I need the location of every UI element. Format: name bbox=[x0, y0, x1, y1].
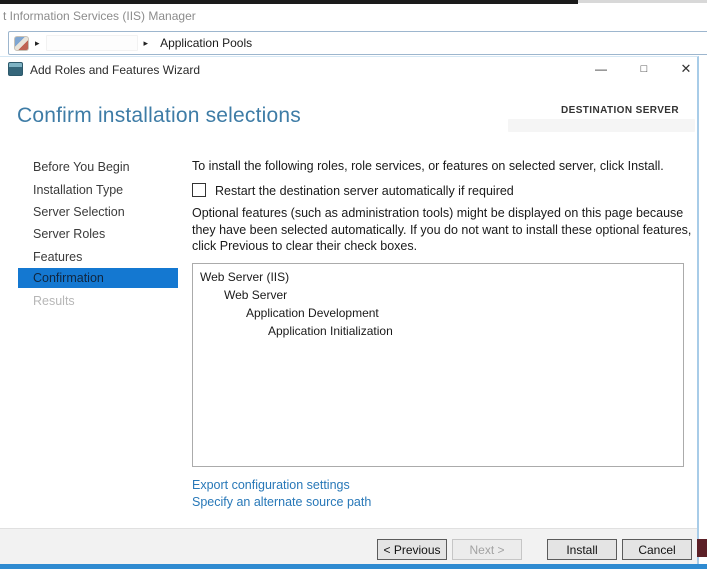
iis-window-title: t Information Services (IIS) Manager bbox=[3, 9, 196, 23]
server-manager-icon bbox=[8, 62, 23, 76]
tree-item-application-development[interactable]: Application Development bbox=[246, 306, 379, 320]
wizard-title: Add Roles and Features Wizard bbox=[30, 63, 201, 77]
minimize-button[interactable]: — bbox=[586, 57, 616, 81]
iis-site-icon bbox=[14, 35, 29, 51]
maximize-button[interactable]: □ bbox=[629, 57, 659, 81]
restart-checkbox[interactable] bbox=[192, 183, 206, 197]
intro-text: To install the following roles, role ser… bbox=[192, 159, 664, 173]
breadcrumb-arrow-icon: ▸ bbox=[35, 37, 40, 48]
install-button[interactable]: Install bbox=[547, 539, 617, 560]
destination-server-name-redacted bbox=[508, 119, 695, 132]
previous-button[interactable]: < Previous bbox=[377, 539, 447, 560]
sidebar-item-before-you-begin[interactable]: Before You Begin bbox=[33, 160, 130, 174]
breadcrumb-server-redacted bbox=[45, 35, 138, 51]
selected-features-list[interactable]: Web Server (IIS) Web Server Application … bbox=[192, 263, 684, 467]
window-bottom-border bbox=[0, 564, 707, 569]
background-window-fragment bbox=[697, 539, 707, 557]
restart-checkbox-label[interactable]: Restart the destination server automatic… bbox=[215, 183, 695, 200]
tree-item-application-initialization[interactable]: Application Initialization bbox=[268, 324, 393, 338]
breadcrumb-item-application-pools[interactable]: Application Pools bbox=[160, 36, 252, 50]
export-configuration-link[interactable]: Export configuration settings bbox=[192, 478, 350, 492]
background-window-top-strip bbox=[0, 0, 578, 4]
sidebar-item-server-roles[interactable]: Server Roles bbox=[33, 227, 105, 241]
optional-features-note: Optional features (such as administratio… bbox=[192, 206, 692, 253]
sidebar-item-results: Results bbox=[33, 294, 75, 308]
background-window-top-strip-right bbox=[578, 0, 707, 3]
sidebar-item-installation-type[interactable]: Installation Type bbox=[33, 183, 123, 197]
screen: t Information Services (IIS) Manager ▸ ▸… bbox=[0, 0, 707, 569]
tree-item-web-server[interactable]: Web Server bbox=[224, 288, 287, 302]
sidebar-item-confirmation[interactable]: Confirmation bbox=[33, 271, 104, 285]
breadcrumb-arrow-icon: ▸ bbox=[143, 37, 149, 48]
cancel-button[interactable]: Cancel bbox=[622, 539, 692, 560]
next-button: Next > bbox=[452, 539, 522, 560]
close-button[interactable]: ✕ bbox=[671, 57, 701, 81]
sidebar-item-features[interactable]: Features bbox=[33, 250, 82, 264]
alternate-source-path-link[interactable]: Specify an alternate source path bbox=[192, 495, 371, 509]
breadcrumb[interactable]: ▸ ▸ Application Pools bbox=[8, 31, 707, 55]
destination-server-label: DESTINATION SERVER bbox=[561, 105, 679, 116]
tree-item-web-server-iis[interactable]: Web Server (IIS) bbox=[200, 270, 289, 284]
page-title: Confirm installation selections bbox=[17, 104, 301, 127]
sidebar-item-server-selection[interactable]: Server Selection bbox=[33, 205, 125, 219]
